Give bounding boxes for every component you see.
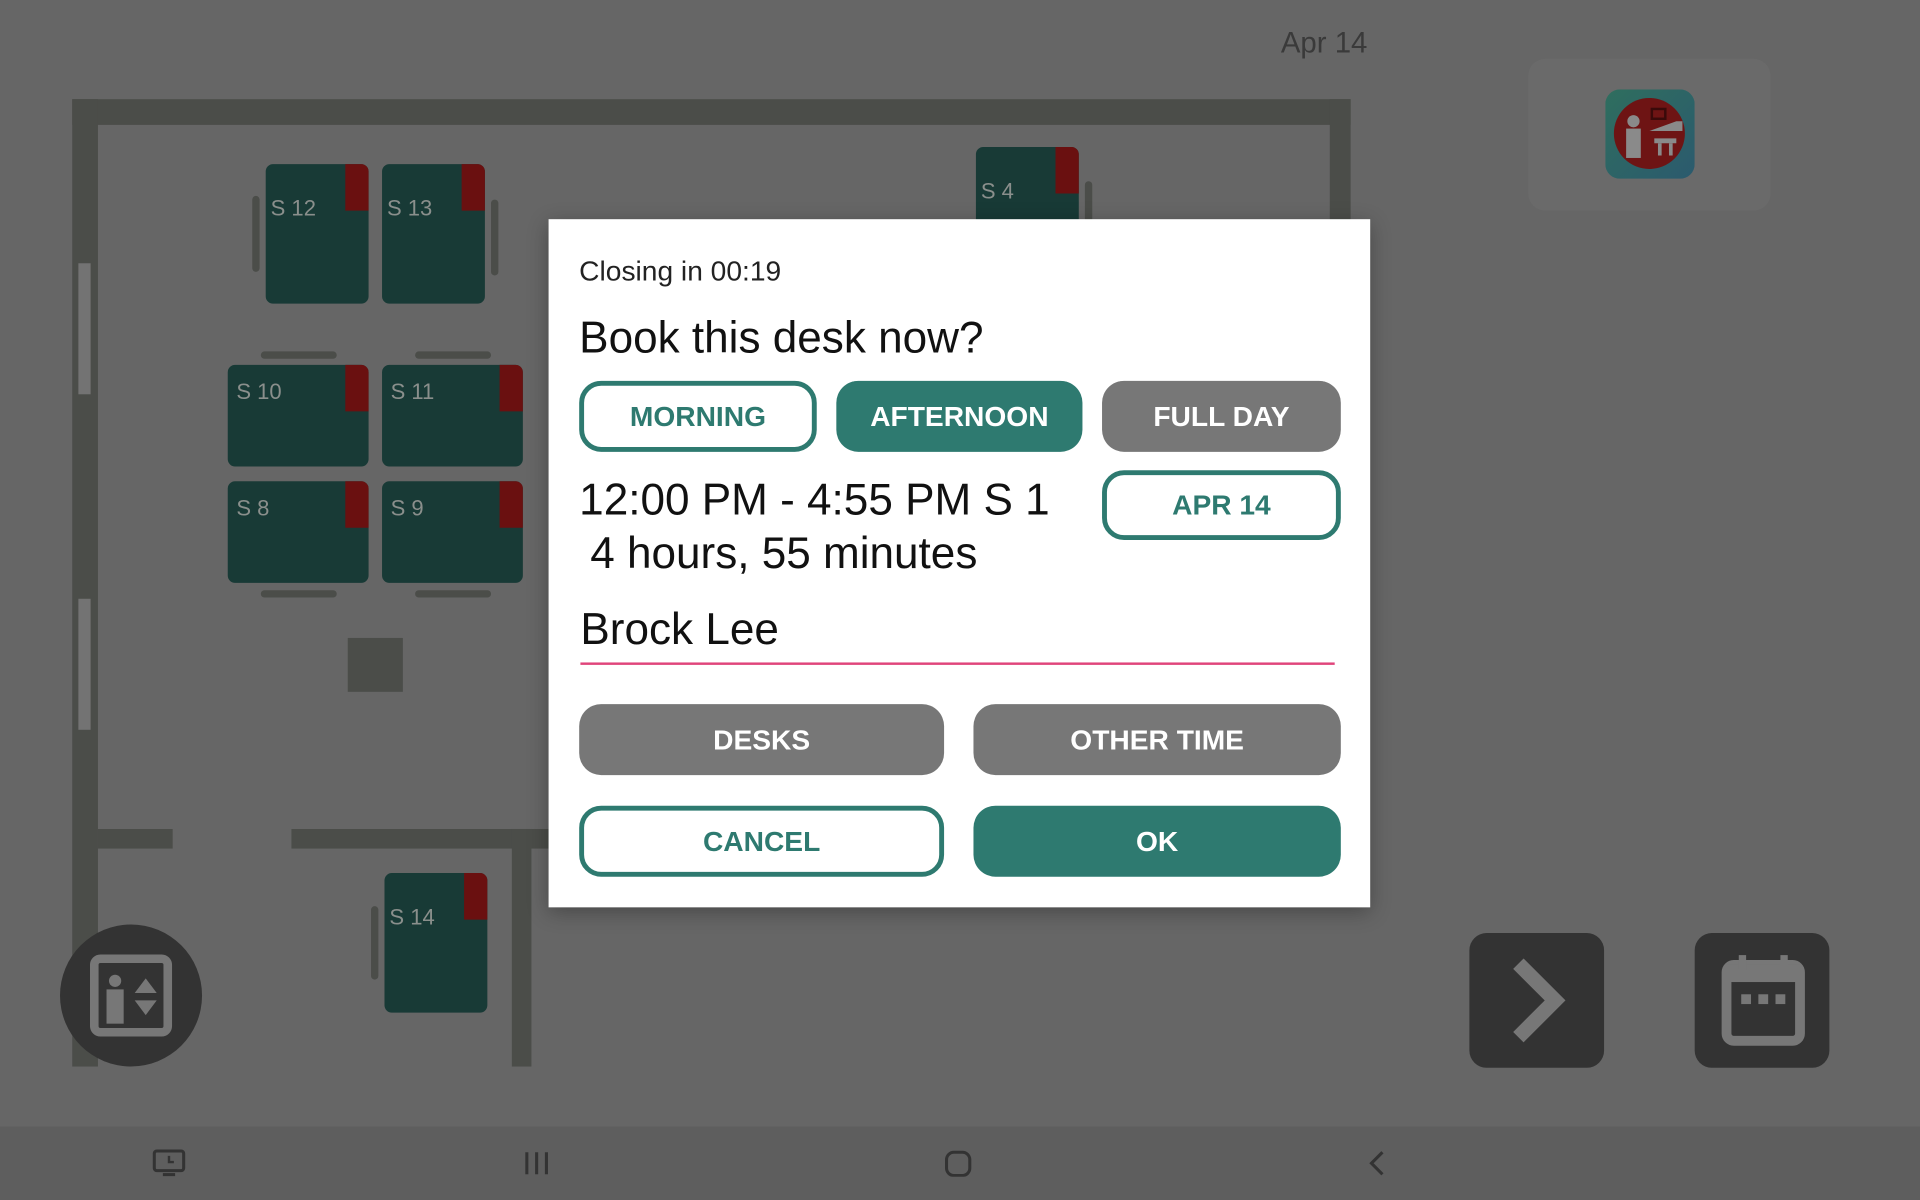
desk-s12[interactable]: S 12 xyxy=(265,164,369,304)
countdown-text: Closing in 00:19 xyxy=(579,254,782,287)
duration: 4 hours, 55 minutes xyxy=(590,527,978,578)
other-time-button[interactable]: OTHER TIME xyxy=(973,704,1341,776)
presentation-room-icon xyxy=(1605,89,1695,179)
morning-button[interactable]: MORNING xyxy=(579,380,817,452)
elevator-button[interactable] xyxy=(60,924,203,1067)
cancel-button[interactable]: CANCEL xyxy=(579,805,945,877)
app-tile[interactable] xyxy=(1528,58,1771,211)
ok-button[interactable]: OK xyxy=(973,805,1341,877)
name-input[interactable]: Brock Lee xyxy=(580,604,1335,665)
booking-dialog: Closing in 00:19 Book this desk now? MOR… xyxy=(548,219,1371,908)
desk-s9[interactable]: S 9 xyxy=(382,481,523,583)
desk-s14[interactable]: S 14 xyxy=(384,873,488,1013)
full-day-button[interactable]: FULL DAY xyxy=(1102,380,1341,452)
back-icon[interactable] xyxy=(1367,1150,1389,1177)
calendar-button[interactable] xyxy=(1694,933,1830,1068)
desk-s11[interactable]: S 11 xyxy=(382,364,523,467)
recent-apps-icon[interactable] xyxy=(523,1151,550,1175)
date-label: Apr 14 xyxy=(1280,26,1368,61)
system-nav-bar xyxy=(0,1126,1920,1200)
elevator-icon xyxy=(90,954,173,1037)
desk-s8[interactable]: S 8 xyxy=(227,481,369,583)
next-button[interactable] xyxy=(1469,933,1605,1068)
afternoon-button[interactable]: AFTERNOON xyxy=(836,380,1083,452)
screen-clock-icon[interactable] xyxy=(152,1149,186,1178)
desk-s10[interactable]: S 10 xyxy=(227,364,369,467)
dialog-title: Book this desk now? xyxy=(579,312,984,363)
screen: Apr 14 S 12 S 13 S 4 S 10 S 11 S 8 S 9 S… xyxy=(0,0,1920,1200)
calendar-icon xyxy=(1721,955,1805,1046)
chevron-right-icon xyxy=(1513,958,1566,1043)
time-range: 12:00 PM - 4:55 PM S 1 xyxy=(579,473,1050,525)
home-icon[interactable] xyxy=(944,1150,973,1177)
date-button[interactable]: APR 14 xyxy=(1102,470,1341,541)
desks-button[interactable]: DESKS xyxy=(579,704,945,776)
desk-s13[interactable]: S 13 xyxy=(382,164,485,304)
